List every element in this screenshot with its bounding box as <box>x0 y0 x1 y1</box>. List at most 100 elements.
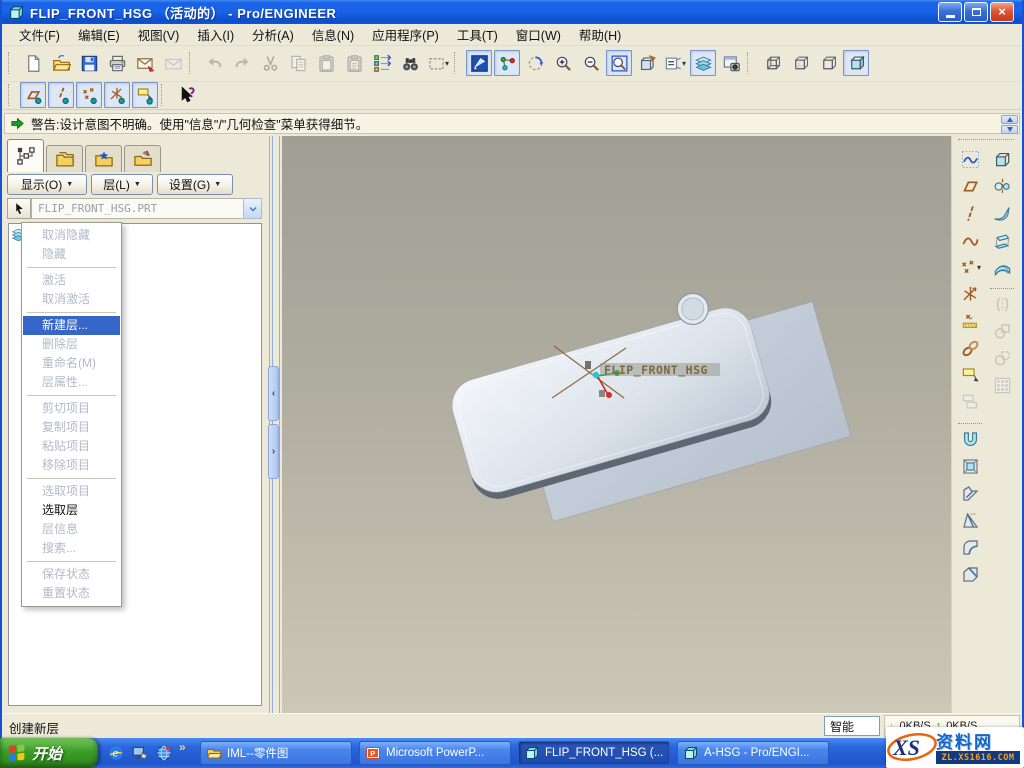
style-tool-button[interactable] <box>957 146 983 172</box>
refit-button[interactable] <box>606 50 632 76</box>
draft-button[interactable] <box>957 507 983 533</box>
menu-tools[interactable]: 工具(T) <box>448 23 507 46</box>
menu-view[interactable]: 视图(V) <box>129 23 189 46</box>
tab-favorites[interactable] <box>85 145 122 172</box>
note-button[interactable] <box>957 362 983 388</box>
open-file-icon <box>52 54 71 73</box>
menu-analysis[interactable]: 分析(A) <box>243 23 303 46</box>
paste-special-icon <box>345 54 364 73</box>
task-buttons: IML--零件图 PMicrosoft PowerP... FLIP_FRONT_H… <box>200 738 829 768</box>
dropdown-caret-icon[interactable]: ▾ <box>977 263 981 272</box>
boundary-blend-button[interactable] <box>989 254 1015 280</box>
minimize-button[interactable] <box>938 2 962 22</box>
tab-model-tree[interactable] <box>7 139 44 172</box>
menu-applications[interactable]: 应用程序(P) <box>363 23 448 46</box>
spin-center-button[interactable] <box>494 50 520 76</box>
settings-dropdown-button[interactable]: 设置(G)▼ <box>157 174 233 195</box>
datum-plane-button[interactable] <box>957 173 983 199</box>
send-email-button[interactable] <box>132 50 158 76</box>
annotation-display-button[interactable] <box>132 82 158 108</box>
regenerate-button[interactable] <box>369 50 395 76</box>
quick-launch-overflow-chevron[interactable]: » <box>179 740 186 754</box>
rib-button[interactable] <box>957 480 983 506</box>
internet-explorer-icon[interactable]: e <box>107 744 125 762</box>
orient-mode-button[interactable] <box>522 50 548 76</box>
select-box-button[interactable]: ▾ <box>425 50 451 76</box>
plane-display-button[interactable] <box>20 82 46 108</box>
view-manager-button[interactable] <box>718 50 744 76</box>
csys-display-button[interactable] <box>104 82 130 108</box>
tab-folder-browser[interactable] <box>46 145 83 172</box>
close-button[interactable]: × <box>990 2 1014 22</box>
new-file-button[interactable] <box>20 50 46 76</box>
menu-help[interactable]: 帮助(H) <box>570 23 630 46</box>
datum-csys-button[interactable] <box>957 281 983 307</box>
find-button[interactable] <box>397 50 423 76</box>
sketched-point-button[interactable] <box>957 308 983 334</box>
collapse-right-handle[interactable]: › <box>268 424 279 479</box>
zoom-in-button[interactable] <box>550 50 576 76</box>
print-button[interactable] <box>104 50 130 76</box>
menu-edit[interactable]: 编辑(E) <box>69 23 129 46</box>
layer-display-button[interactable] <box>690 50 716 76</box>
message-scroll-down-button[interactable] <box>1001 125 1018 134</box>
context-help-button[interactable] <box>173 82 199 108</box>
revolve-button[interactable] <box>989 173 1015 199</box>
selection-filter-combo[interactable]: 智能 <box>824 716 880 736</box>
context-menu-item-unhide: 取消隐藏 <box>23 226 120 245</box>
shaded-button[interactable] <box>843 50 869 76</box>
datum-axis-button[interactable] <box>957 200 983 226</box>
no-hidden-button[interactable] <box>815 50 841 76</box>
hole-button[interactable] <box>957 426 983 452</box>
show-desktop-icon[interactable] <box>131 744 149 762</box>
save-button[interactable] <box>76 50 102 76</box>
context-menu-item-new-layer[interactable]: 新建层... <box>23 316 120 335</box>
chamfer-button[interactable] <box>957 561 983 587</box>
task-button-3[interactable]: A-HSG - Pro/ENGI... <box>677 741 829 765</box>
reorient-button[interactable] <box>634 50 660 76</box>
sketcher-display-button[interactable] <box>466 50 492 76</box>
point-display-button[interactable] <box>76 82 102 108</box>
browser-icon[interactable] <box>155 744 173 762</box>
show-dropdown-button[interactable]: 显示(O)▼ <box>7 174 87 195</box>
sweep-button[interactable] <box>989 200 1015 226</box>
layer-dropdown-button[interactable]: 层(L)▼ <box>91 174 153 195</box>
blend-button[interactable] <box>989 227 1015 253</box>
start-button[interactable]: 开始 <box>0 738 98 768</box>
task-button-1[interactable]: PMicrosoft PowerP... <box>359 741 511 765</box>
extrude-button[interactable] <box>989 146 1015 172</box>
panel-splitter[interactable]: ‹ › <box>266 136 282 713</box>
dropdown-caret-icon[interactable]: ▾ <box>682 59 686 68</box>
menu-file[interactable]: 文件(F) <box>10 23 69 46</box>
select-tool-button[interactable] <box>7 198 31 219</box>
annotation-display-icon <box>136 86 155 105</box>
datum-curve-button[interactable] <box>957 227 983 253</box>
graphics-viewport[interactable]: FLIP_FRONT_HSG <box>282 136 959 713</box>
active-object-combo[interactable]: FLIP_FRONT_HSG.PRT <box>31 198 243 219</box>
wireframe-button[interactable] <box>759 50 785 76</box>
message-scroll-up-button[interactable] <box>1001 115 1018 124</box>
zoom-out-button[interactable] <box>578 50 604 76</box>
axis-display-button[interactable] <box>48 82 74 108</box>
task-button-2[interactable]: FLIP_FRONT_HSG (... <box>518 741 670 765</box>
collapse-left-handle[interactable]: ‹ <box>268 366 279 421</box>
hidden-line-button[interactable] <box>787 50 813 76</box>
context-menu-item-select-layer[interactable]: 选取层 <box>23 501 120 520</box>
dropdown-caret-icon[interactable]: ▾ <box>445 59 449 68</box>
combo-chevron-button[interactable] <box>243 198 262 219</box>
task-button-0[interactable]: IML--零件图 <box>200 741 352 765</box>
open-file-button[interactable] <box>48 50 74 76</box>
copy-geometry-button[interactable] <box>957 335 983 361</box>
round-button[interactable] <box>957 534 983 560</box>
cut-button <box>257 50 283 76</box>
datum-curve-icon <box>961 231 980 250</box>
saved-views-button[interactable]: ▾ <box>662 50 688 76</box>
datum-point-button[interactable]: ▾ <box>957 254 983 280</box>
model-scene: FLIP_FRONT_HSG <box>282 136 959 713</box>
tab-history[interactable] <box>124 145 161 172</box>
restore-button[interactable] <box>964 2 988 22</box>
menu-info[interactable]: 信息(N) <box>303 23 363 46</box>
shell-button[interactable] <box>957 453 983 479</box>
menu-insert[interactable]: 插入(I) <box>188 23 243 46</box>
menu-window[interactable]: 窗口(W) <box>507 23 570 46</box>
